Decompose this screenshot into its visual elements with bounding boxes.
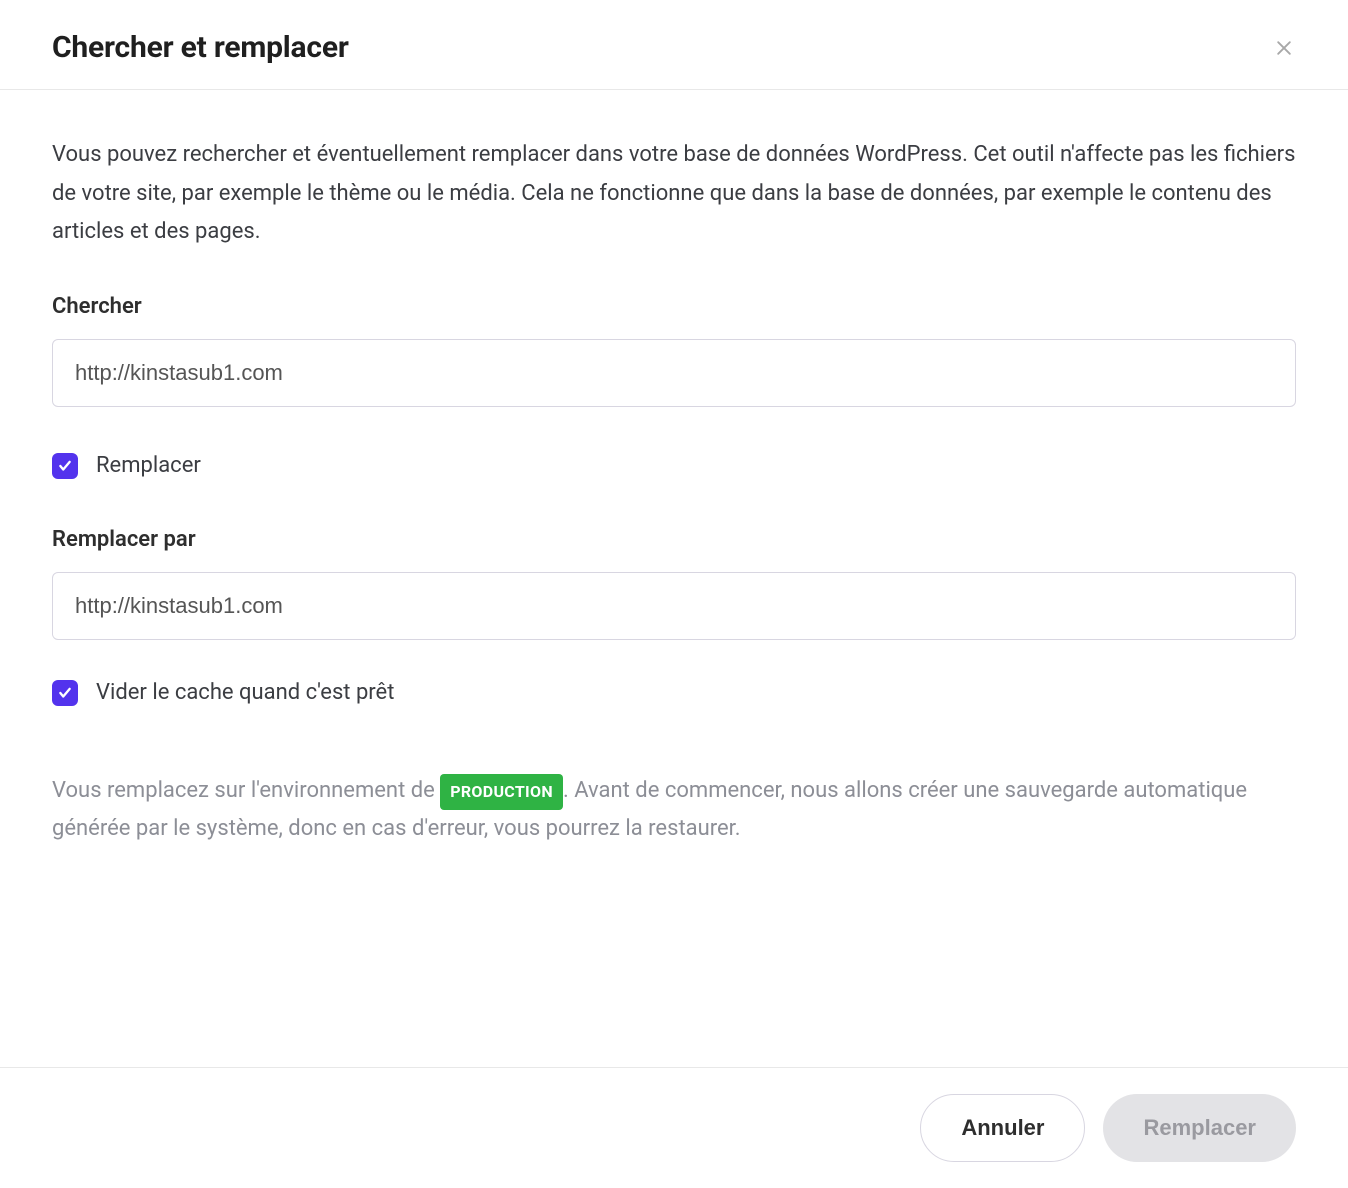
production-badge: PRODUCTION (440, 774, 563, 810)
replace-button[interactable]: Remplacer (1103, 1094, 1296, 1162)
search-replace-modal: Chercher et remplacer Vous pouvez recher… (0, 0, 1348, 1188)
modal-footer: Annuler Remplacer (0, 1067, 1348, 1188)
cancel-button[interactable]: Annuler (920, 1094, 1085, 1162)
clear-cache-checkbox-label: Vider le cache quand c'est prêt (96, 680, 394, 705)
replace-with-label: Remplacer par (52, 527, 1296, 552)
replace-checkbox[interactable] (52, 453, 78, 479)
search-input[interactable] (52, 339, 1296, 407)
modal-body: Vous pouvez rechercher et éventuellement… (0, 90, 1348, 1067)
search-field-group: Chercher (52, 294, 1296, 407)
environment-notice: Vous remplacez sur l'environnement de PR… (52, 772, 1296, 849)
modal-header: Chercher et remplacer (0, 0, 1348, 90)
clear-cache-checkbox[interactable] (52, 680, 78, 706)
replace-with-input[interactable] (52, 572, 1296, 640)
notice-text-before: Vous remplacez sur l'environnement de (52, 778, 440, 803)
clear-cache-checkbox-row: Vider le cache quand c'est prêt (52, 680, 1296, 706)
modal-title: Chercher et remplacer (52, 30, 349, 65)
replace-with-field-group: Remplacer par (52, 527, 1296, 640)
replace-checkbox-label: Remplacer (96, 453, 201, 478)
description-text: Vous pouvez rechercher et éventuellement… (52, 136, 1296, 252)
replace-checkbox-row: Remplacer (52, 453, 1296, 479)
close-icon[interactable] (1272, 36, 1296, 60)
search-label: Chercher (52, 294, 1296, 319)
